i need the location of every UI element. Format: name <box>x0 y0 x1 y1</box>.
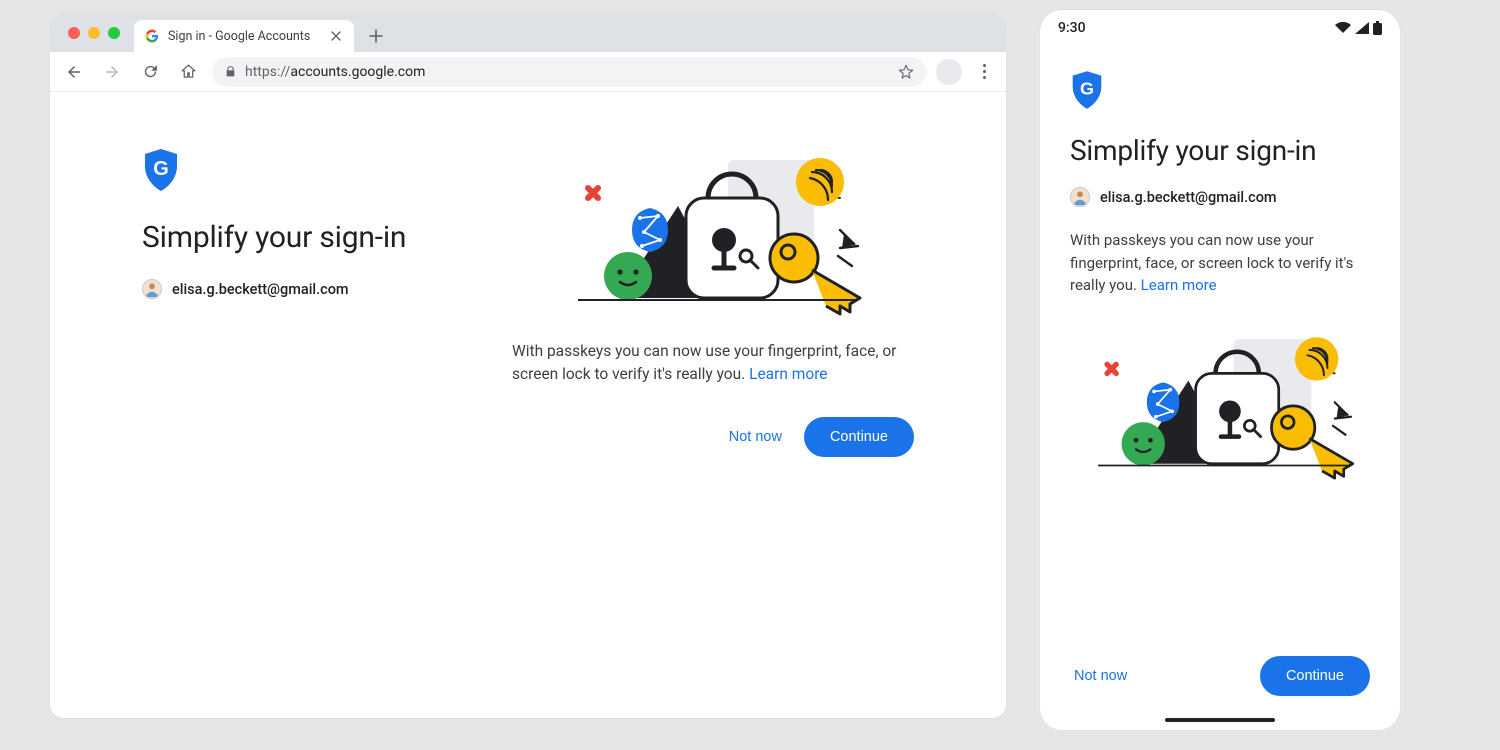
clock: 9:30 <box>1058 20 1086 36</box>
account-email: elisa.g.beckett@gmail.com <box>1100 189 1277 206</box>
account-chip[interactable]: elisa.g.beckett@gmail.com <box>1070 187 1370 207</box>
battery-icon <box>1373 21 1382 35</box>
page-title: Simplify your sign-in <box>1070 134 1370 167</box>
browser-tab[interactable]: Sign in - Google Accounts <box>134 20 354 52</box>
bookmark-star-icon[interactable] <box>898 64 914 80</box>
address-bar[interactable]: https://accounts.google.com <box>212 57 926 87</box>
not-now-button[interactable]: Not now <box>1070 660 1131 692</box>
tab-title: Sign in - Google Accounts <box>168 29 310 44</box>
description-text: With passkeys you can now use your finge… <box>1070 229 1370 297</box>
home-button[interactable] <box>174 58 202 86</box>
forward-button[interactable] <box>98 58 126 86</box>
profile-avatar[interactable] <box>936 59 962 85</box>
back-button[interactable] <box>60 58 88 86</box>
window-maximize-icon[interactable] <box>108 27 120 39</box>
lock-icon <box>224 65 237 78</box>
url: https://accounts.google.com <box>245 64 425 80</box>
wifi-icon <box>1335 22 1351 34</box>
url-protocol: https:// <box>245 64 290 80</box>
user-avatar-icon <box>142 279 162 299</box>
tab-close-icon[interactable] <box>328 28 344 44</box>
browser-window: Sign in - Google Accounts <box>50 14 1006 718</box>
browser-toolbar: https://accounts.google.com <box>50 52 1006 92</box>
mobile-device: 9:30 G Simplify your sign-in <box>1040 10 1400 730</box>
page-content: G Simplify your sign-in elisa.g.beckett@… <box>50 92 1006 718</box>
status-bar: 9:30 <box>1040 10 1400 46</box>
continue-button[interactable]: Continue <box>804 417 914 457</box>
svg-text:G: G <box>1080 78 1094 98</box>
passkey-illustration <box>1070 325 1370 485</box>
reload-button[interactable] <box>136 58 164 86</box>
learn-more-link[interactable]: Learn more <box>1141 276 1217 294</box>
google-favicon-icon <box>144 28 160 44</box>
learn-more-link[interactable]: Learn more <box>749 365 827 383</box>
continue-button[interactable]: Continue <box>1260 656 1370 696</box>
account-chip[interactable]: elisa.g.beckett@gmail.com <box>142 279 482 299</box>
window-close-icon[interactable] <box>68 27 80 39</box>
tab-strip: Sign in - Google Accounts <box>50 14 1006 52</box>
passkey-illustration <box>512 148 914 318</box>
desktop-action-row: Not now Continue <box>512 417 914 457</box>
mobile-action-row: Not now Continue <box>1070 646 1370 702</box>
browser-menu-icon[interactable] <box>972 64 996 79</box>
google-shield-icon: G <box>142 148 180 192</box>
google-shield-icon: G <box>1070 70 1108 114</box>
new-tab-button[interactable] <box>362 22 390 50</box>
not-now-button[interactable]: Not now <box>725 421 786 453</box>
page-title: Simplify your sign-in <box>142 220 482 255</box>
user-avatar-icon <box>1070 187 1090 207</box>
window-controls <box>60 14 126 52</box>
window-minimize-icon[interactable] <box>88 27 100 39</box>
svg-text:G: G <box>153 158 169 180</box>
body-text: With passkeys you can now use your finge… <box>512 342 896 383</box>
mobile-content: G Simplify your sign-in elisa.g.beckett@… <box>1040 46 1400 712</box>
home-indicator[interactable] <box>1165 718 1275 722</box>
cellular-icon <box>1355 22 1369 34</box>
account-email: elisa.g.beckett@gmail.com <box>172 281 349 298</box>
description-text: With passkeys you can now use your finge… <box>512 340 912 387</box>
url-host: accounts.google.com <box>290 64 425 80</box>
